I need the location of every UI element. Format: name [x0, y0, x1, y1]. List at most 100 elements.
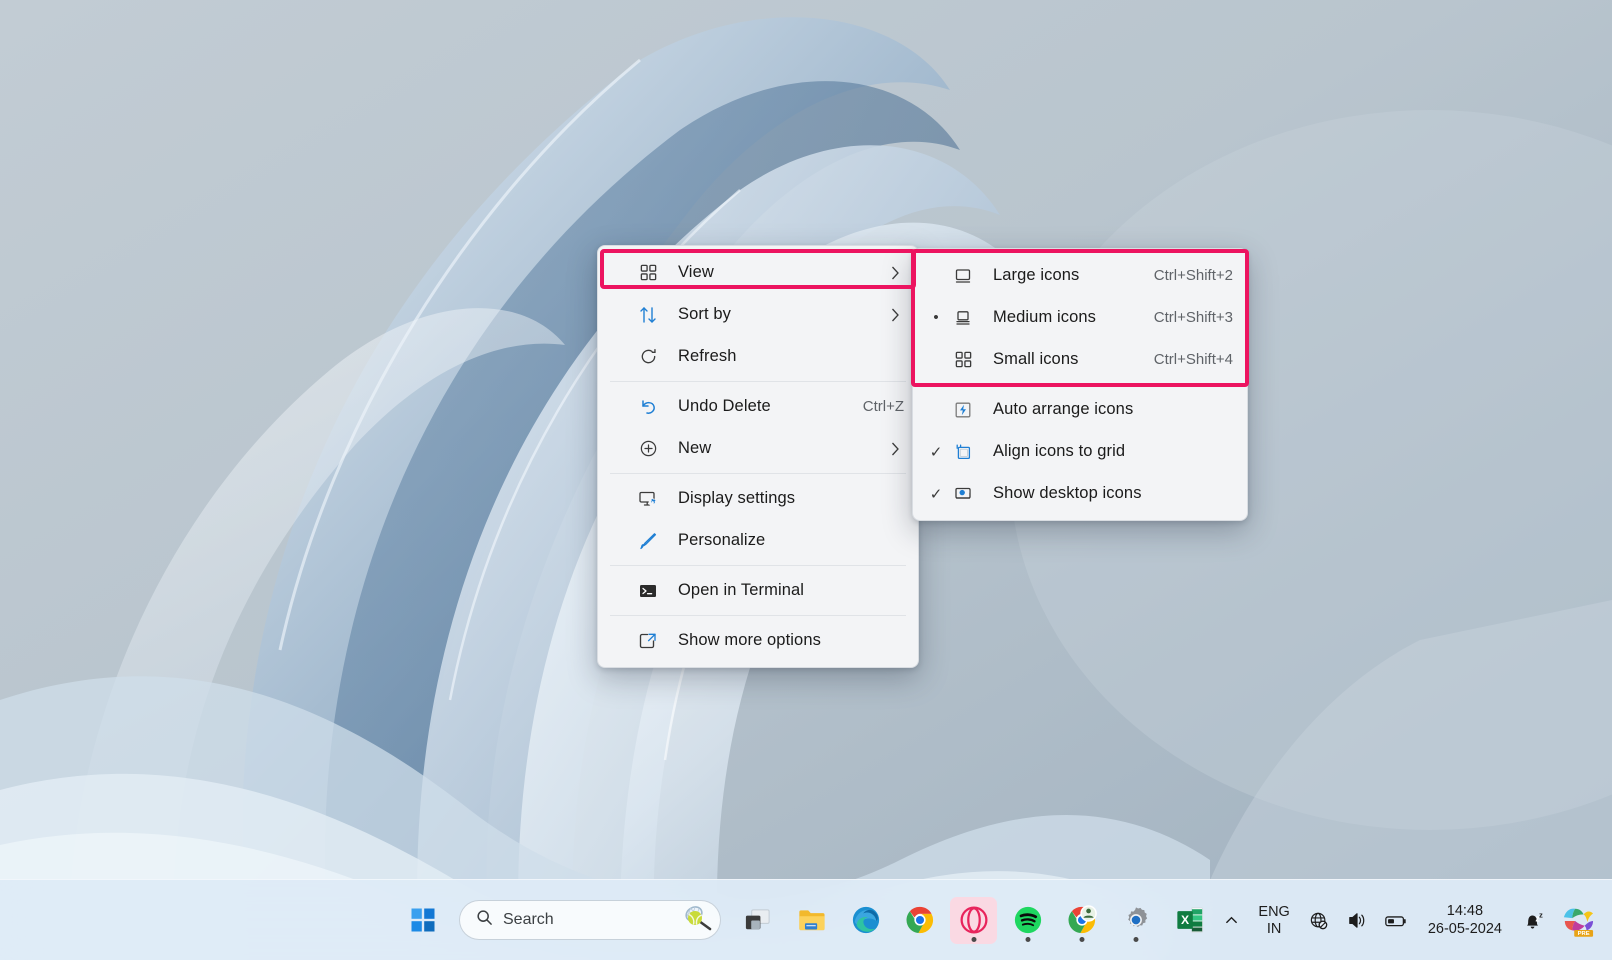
submenu-item-small-icons[interactable]: Small icons Ctrl+Shift+4 [917, 339, 1243, 380]
terminal-icon [634, 581, 662, 601]
chevron-right-icon [886, 442, 904, 456]
menu-item-new[interactable]: New [602, 428, 914, 469]
submenu-item-label: Align icons to grid [977, 442, 1233, 461]
excel-icon: X [1175, 905, 1205, 935]
menu-item-display-settings[interactable]: Display settings [602, 478, 914, 519]
chevron-right-icon [886, 308, 904, 322]
menu-item-refresh[interactable]: Refresh [602, 336, 914, 377]
tray-overflow-button[interactable] [1217, 897, 1246, 944]
align-grid-icon [949, 442, 977, 462]
tray-copilot-button[interactable]: PRE [1554, 897, 1602, 944]
submenu-item-show-desktop-icons[interactable]: ✓ Show desktop icons [917, 473, 1243, 514]
chevron-up-icon [1224, 913, 1239, 928]
tray-clock[interactable]: 14:48 26-05-2024 [1418, 897, 1512, 944]
taskbar-app-task-view[interactable] [734, 897, 781, 944]
menu-separator [610, 381, 906, 382]
submenu-item-label: Large icons [977, 266, 1140, 285]
submenu-item-label: Medium icons [977, 308, 1140, 327]
desktop-context-menu[interactable]: View Sort by Refresh [597, 245, 919, 668]
menu-item-label: View [662, 263, 886, 282]
taskbar-active-indicator [1133, 937, 1138, 942]
chevron-right-icon [886, 266, 904, 280]
taskbar-app-chrome-profile[interactable] [1058, 897, 1105, 944]
taskbar-app-opera[interactable] [950, 897, 997, 944]
taskbar[interactable]: Search [0, 879, 1612, 960]
tray-volume-button[interactable] [1339, 897, 1374, 944]
svg-text:X: X [1180, 913, 1189, 927]
battery-icon [1384, 911, 1408, 931]
clock-date: 26-05-2024 [1428, 921, 1502, 938]
taskbar-active-indicator [1025, 937, 1030, 942]
menu-item-label: Display settings [662, 489, 904, 508]
task-view-icon [743, 906, 772, 935]
menu-separator [925, 384, 1235, 385]
taskbar-app-spotify[interactable] [1004, 897, 1051, 944]
menu-item-personalize[interactable]: Personalize [602, 520, 914, 561]
menu-item-label: Personalize [662, 531, 904, 550]
menu-item-open-in-terminal[interactable]: Open in Terminal [602, 570, 914, 611]
spotify-icon [1013, 905, 1043, 935]
gear-icon [1121, 905, 1151, 935]
tray-network-button[interactable] [1302, 897, 1336, 944]
submenu-item-medium-icons[interactable]: • Medium icons Ctrl+Shift+3 [917, 297, 1243, 338]
menu-check-slot: ✓ [923, 485, 949, 503]
tray-notifications-button[interactable]: z z [1515, 897, 1551, 944]
menu-check-slot: • [923, 309, 949, 326]
submenu-item-large-icons[interactable]: Large icons Ctrl+Shift+2 [917, 255, 1243, 296]
menu-item-sort-by[interactable]: Sort by [602, 294, 914, 335]
submenu-item-accelerator: Ctrl+Shift+2 [1140, 267, 1233, 284]
svg-text:z: z [1535, 913, 1540, 923]
menu-item-label: Show more options [662, 631, 904, 650]
chrome-icon [905, 905, 935, 935]
taskbar-app-microsoft-edge[interactable] [842, 897, 889, 944]
menu-separator [610, 565, 906, 566]
small-icon-grid-icon [949, 350, 977, 369]
menu-item-label: New [662, 439, 886, 458]
copilot-icon: PRE [1561, 905, 1595, 937]
plus-circle-icon [634, 439, 662, 458]
menu-item-label: Open in Terminal [662, 581, 904, 600]
undo-icon [634, 397, 662, 417]
folder-icon [797, 905, 827, 935]
tray-language-indicator[interactable]: ENG IN [1249, 897, 1298, 944]
clock-time: 14:48 [1447, 903, 1483, 920]
taskbar-app-excel[interactable]: X [1166, 897, 1213, 944]
search-input[interactable]: Search [459, 900, 721, 940]
submenu-item-align-icons-to-grid[interactable]: ✓ Align icons to grid [917, 431, 1243, 472]
search-placeholder: Search [503, 911, 672, 929]
menu-item-accelerator: Ctrl+Z [849, 398, 904, 415]
menu-item-label: Undo Delete [662, 397, 849, 416]
language-line-2: IN [1267, 921, 1282, 937]
taskbar-app-google-chrome[interactable] [896, 897, 943, 944]
globe-no-internet-icon [1309, 911, 1329, 931]
windows-logo-icon [411, 908, 435, 932]
taskbar-app-settings[interactable] [1112, 897, 1159, 944]
menu-separator [610, 473, 906, 474]
start-button[interactable] [399, 897, 446, 944]
system-tray: ENG IN [1217, 880, 1602, 960]
medium-icon-monitor-icon [949, 308, 977, 328]
monitor-gear-icon [634, 489, 662, 509]
large-icon-monitor-icon [949, 266, 977, 286]
sort-arrows-icon [634, 305, 662, 325]
submenu-item-label: Auto arrange icons [977, 400, 1233, 419]
submenu-item-auto-arrange-icons[interactable]: Auto arrange icons [917, 389, 1243, 430]
submenu-item-label: Small icons [977, 350, 1140, 369]
refresh-icon [634, 347, 662, 366]
submenu-item-label: Show desktop icons [977, 484, 1233, 503]
show-more-icon [634, 631, 662, 651]
view-submenu[interactable]: Large icons Ctrl+Shift+2 • Medium icons … [912, 248, 1248, 521]
language-line-1: ENG [1258, 904, 1289, 920]
tray-battery-button[interactable] [1377, 897, 1415, 944]
menu-item-label: Sort by [662, 305, 886, 324]
copilot-badge-text: PRE [1578, 931, 1590, 937]
bell-sleep-icon: z z [1522, 910, 1544, 932]
menu-item-view[interactable]: View [602, 252, 914, 293]
taskbar-app-file-explorer[interactable] [788, 897, 835, 944]
chrome-profile-icon [1067, 905, 1097, 935]
submenu-item-accelerator: Ctrl+Shift+4 [1140, 351, 1233, 368]
tennis-ball-racket-icon [682, 905, 712, 936]
menu-item-undo-delete[interactable]: Undo Delete Ctrl+Z [602, 386, 914, 427]
menu-separator [610, 615, 906, 616]
menu-item-show-more-options[interactable]: Show more options [602, 620, 914, 661]
